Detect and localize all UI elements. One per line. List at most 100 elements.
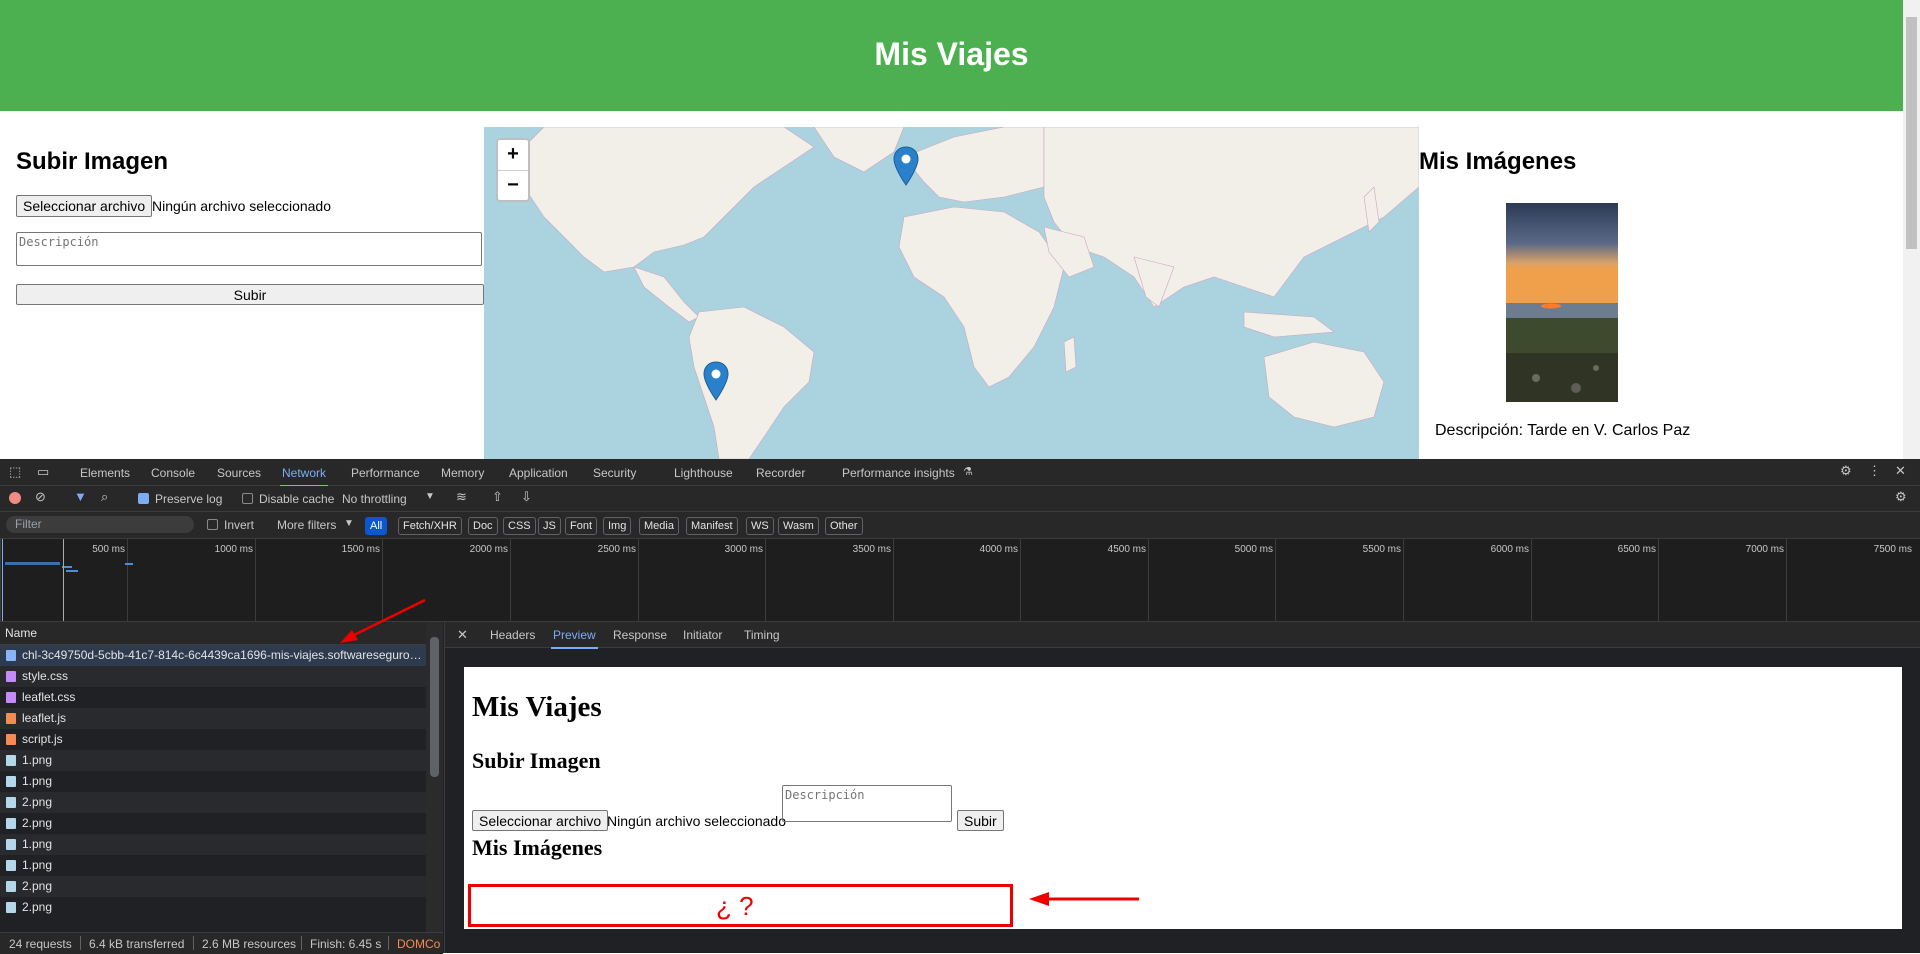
- filter-chip-doc[interactable]: Doc: [468, 517, 498, 535]
- request-name: 2.png: [22, 900, 53, 914]
- world-map[interactable]: + −: [484, 127, 1419, 459]
- request-row[interactable]: 2.png: [0, 792, 426, 813]
- more-filters-chevron-icon: ▼: [344, 518, 354, 529]
- tab-security[interactable]: Security: [593, 466, 636, 480]
- annotation-arrow-down-left-icon: [340, 598, 426, 643]
- tab-performance-insights[interactable]: Performance insights: [842, 466, 955, 480]
- filter-bar: Filter Invert More filters ▼ All Fetch/X…: [0, 512, 1920, 539]
- filter-chip-manifest[interactable]: Manifest: [686, 517, 738, 535]
- file-type-img-icon: [6, 818, 16, 829]
- preserve-log-checkbox[interactable]: [138, 493, 149, 504]
- request-name: 1.png: [22, 774, 53, 788]
- network-settings-icon[interactable]: ⚙: [1895, 489, 1907, 505]
- request-list-scrollbar-thumb[interactable]: [430, 637, 439, 777]
- device-toolbar-icon[interactable]: ▭: [37, 464, 49, 480]
- filter-chip-font[interactable]: Font: [565, 517, 598, 535]
- tab-response[interactable]: Response: [613, 628, 667, 642]
- map-zoom-control: + −: [496, 138, 530, 202]
- filter-chip-other[interactable]: Other: [825, 517, 863, 535]
- request-row[interactable]: style.css: [0, 666, 426, 687]
- network-timeline-overview[interactable]: 500 ms 1000 ms 1500 ms 2000 ms 2500 ms 3…: [0, 539, 1920, 622]
- tab-elements[interactable]: Elements: [80, 466, 130, 480]
- request-row[interactable]: chl-3c49750d-5cbb-41c7-814c-6c4439ca1696…: [0, 645, 426, 666]
- transferred-size: 6.4 kB transferred: [89, 937, 185, 951]
- file-type-img-icon: [6, 797, 16, 808]
- file-select-button[interactable]: Seleccionar archivo: [16, 195, 153, 217]
- tab-preview[interactable]: Preview: [551, 628, 598, 649]
- record-stop-icon[interactable]: [9, 492, 21, 504]
- filter-chip-wasm[interactable]: Wasm: [778, 517, 819, 535]
- request-row[interactable]: 1.png: [0, 750, 426, 771]
- annotation-arrow-left-icon: [1029, 892, 1139, 906]
- zoom-out-button[interactable]: −: [498, 170, 528, 201]
- preserve-log-label: Preserve log: [155, 492, 223, 506]
- filter-funnel-icon[interactable]: ▼: [74, 489, 87, 504]
- tab-headers[interactable]: Headers: [490, 628, 535, 642]
- gallery-photo[interactable]: [1506, 203, 1618, 402]
- clear-log-icon[interactable]: ⊘: [35, 489, 46, 505]
- tab-performance[interactable]: Performance: [351, 466, 420, 480]
- invert-checkbox[interactable]: [207, 519, 218, 530]
- network-conditions-icon[interactable]: ≋: [456, 489, 467, 505]
- filter-chip-js[interactable]: JS: [538, 517, 561, 535]
- tab-console[interactable]: Console: [151, 466, 195, 480]
- filter-chip-css[interactable]: CSS: [503, 517, 536, 535]
- request-row[interactable]: leaflet.css: [0, 687, 426, 708]
- preview-file-select-button[interactable]: Seleccionar archivo: [472, 810, 609, 831]
- request-row[interactable]: 2.png: [0, 897, 426, 918]
- page-scrollbar[interactable]: [1903, 0, 1920, 459]
- export-har-icon[interactable]: ⇩: [521, 489, 532, 505]
- import-har-icon[interactable]: ⇧: [492, 489, 503, 505]
- request-row[interactable]: 1.png: [0, 855, 426, 876]
- filter-chip-ws[interactable]: WS: [746, 517, 774, 535]
- zoom-in-button[interactable]: +: [498, 140, 528, 170]
- request-row[interactable]: leaflet.js: [0, 708, 426, 729]
- tab-initiator[interactable]: Initiator: [683, 628, 722, 642]
- request-list-scrollbar[interactable]: [426, 622, 443, 932]
- timeline-tick: 6500 ms: [1531, 539, 1659, 621]
- request-name: 2.png: [22, 879, 53, 893]
- gallery-title: Mis Imágenes: [1419, 148, 1577, 175]
- more-filters-dropdown[interactable]: More filters: [277, 518, 336, 532]
- filter-chip-media[interactable]: Media: [639, 517, 679, 535]
- file-type-doc-icon: [6, 650, 16, 661]
- request-name: 1.png: [22, 858, 53, 872]
- network-status-bar: 24 requests 6.4 kB transferred 2.6 MB re…: [0, 932, 443, 954]
- close-detail-icon[interactable]: ✕: [457, 627, 468, 643]
- preview-submit-button[interactable]: Subir: [957, 810, 1004, 831]
- disable-cache-checkbox[interactable]: [242, 493, 253, 504]
- tab-network[interactable]: Network: [279, 466, 329, 487]
- search-icon[interactable]: ⌕: [101, 489, 108, 505]
- chevron-down-icon[interactable]: ▼: [425, 491, 435, 502]
- request-row[interactable]: script.js: [0, 729, 426, 750]
- throttling-select[interactable]: No throttling: [342, 492, 407, 506]
- request-row[interactable]: 2.png: [0, 876, 426, 897]
- request-row[interactable]: 1.png: [0, 771, 426, 792]
- filter-chip-img[interactable]: Img: [603, 517, 632, 535]
- tab-application[interactable]: Application: [509, 466, 568, 480]
- tab-recorder[interactable]: Recorder: [756, 466, 805, 480]
- more-options-icon[interactable]: ⋮: [1868, 463, 1881, 479]
- inspect-element-icon[interactable]: ⬚: [9, 464, 21, 480]
- preview-description-field[interactable]: Descripción: [782, 785, 952, 822]
- file-type-img-icon: [6, 839, 16, 850]
- timeline-selection-start[interactable]: [2, 539, 3, 621]
- close-devtools-icon[interactable]: ✕: [1895, 463, 1906, 479]
- web-page: Mis Viajes Subir Imagen Seleccionar arch…: [0, 0, 1903, 459]
- filter-input[interactable]: Filter: [6, 516, 194, 533]
- tab-sources[interactable]: Sources: [217, 466, 261, 480]
- settings-gear-icon[interactable]: ⚙: [1840, 463, 1852, 479]
- page-scrollbar-thumb[interactable]: [1906, 17, 1917, 249]
- request-name: 2.png: [22, 816, 53, 830]
- description-field[interactable]: Descripción: [16, 232, 482, 266]
- column-name-header[interactable]: Name: [5, 626, 37, 640]
- tab-timing[interactable]: Timing: [744, 628, 780, 642]
- filter-chip-all[interactable]: All: [365, 517, 388, 535]
- request-row[interactable]: 2.png: [0, 813, 426, 834]
- request-row[interactable]: 1.png: [0, 834, 426, 855]
- filter-chip-fetch-xhr[interactable]: Fetch/XHR: [398, 517, 462, 535]
- status-separator: [301, 936, 302, 950]
- upload-submit-button[interactable]: Subir: [16, 284, 484, 305]
- tab-lighthouse[interactable]: Lighthouse: [674, 466, 733, 480]
- tab-memory[interactable]: Memory: [441, 466, 484, 480]
